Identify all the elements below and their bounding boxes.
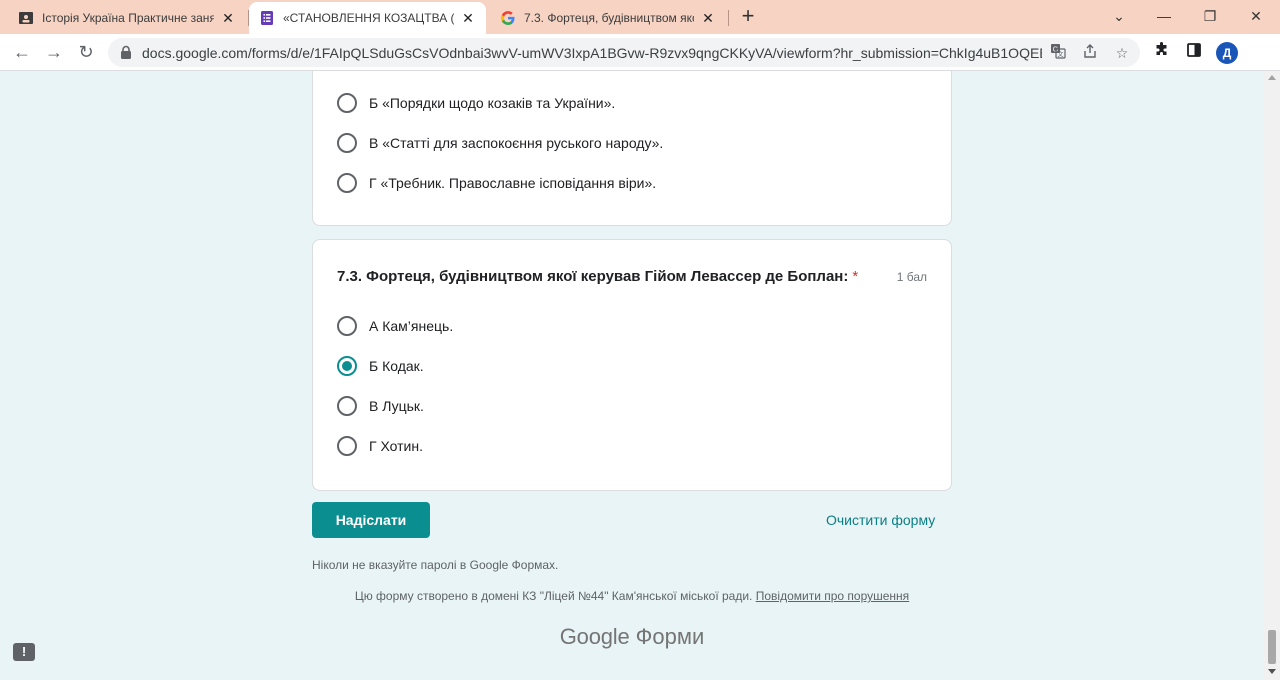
google-forms-logo: Google Форми (0, 624, 1264, 650)
tab-forms[interactable]: «СТАНОВЛЕННЯ КОЗАЦТВА (XV ✕ (249, 2, 486, 34)
domain-note: Цю форму створено в домені КЗ "Ліцей №44… (0, 589, 1264, 603)
clear-form-button[interactable]: Очистити форму (826, 512, 935, 528)
brand-forms: Форми (635, 624, 705, 649)
question-card: 7.3. Фортеця, будівництвом якої керував … (312, 239, 952, 491)
tab-title: 7.3. Фортеця, будівництвом якої (524, 11, 694, 25)
forward-icon[interactable]: → (42, 40, 66, 64)
close-tab-icon[interactable]: ✕ (700, 10, 716, 26)
option-b[interactable]: Б Кодак. (337, 354, 424, 378)
option-prev-v[interactable]: В «Статті для заспокоєння руського народ… (337, 131, 663, 155)
side-panel-icon[interactable] (1184, 42, 1204, 62)
prev-question-card: Б «Порядки щодо козаків та України». В «… (312, 71, 952, 226)
password-warning: Ніколи не вказуйте паролі в Google Форма… (312, 558, 559, 572)
option-label: В «Статті для заспокоєння руського народ… (369, 135, 664, 151)
address-bar[interactable]: docs.google.com/forms/d/e/1FAIpQLSduGsCs… (108, 38, 1140, 67)
brand-google: Google (559, 624, 630, 649)
bookmark-star-icon[interactable]: ☆ (1112, 43, 1132, 63)
option-label: Б «Порядки щодо козаків та України». (369, 95, 616, 111)
google-icon (500, 10, 516, 26)
forms-icon (259, 10, 275, 26)
close-tab-icon[interactable]: ✕ (460, 10, 476, 26)
tab-title: «СТАНОВЛЕННЯ КОЗАЦТВА (XV (283, 11, 454, 25)
option-prev-b[interactable]: Б «Порядки щодо козаків та України». (337, 91, 615, 115)
tab-separator (728, 10, 729, 26)
radio-button[interactable] (337, 436, 357, 456)
svg-text:文: 文 (1057, 51, 1063, 59)
radio-button[interactable] (337, 93, 357, 113)
lock-icon (120, 45, 134, 60)
question-points: 1 бал (896, 270, 927, 284)
option-h[interactable]: Г Хотин. (337, 434, 423, 458)
option-label: Б Кодак. (369, 358, 424, 374)
radio-button[interactable] (337, 316, 357, 336)
question-text: 7.3. Фортеця, будівництвом якої керував … (337, 268, 849, 285)
close-window-icon[interactable]: ✕ (1244, 4, 1268, 28)
tab-search-icon[interactable]: ⌄ (1107, 4, 1131, 28)
option-label: Г Хотин. (369, 438, 423, 454)
radio-button[interactable] (337, 396, 357, 416)
profile-avatar[interactable]: Д (1216, 42, 1238, 64)
share-icon[interactable] (1080, 43, 1100, 63)
classroom-icon (18, 10, 34, 26)
option-a[interactable]: А Кам’янець. (337, 314, 453, 338)
question-title: 7.3. Фортеця, будівництвом якої керував … (337, 268, 858, 285)
scroll-thumb[interactable] (1268, 630, 1276, 664)
feedback-icon[interactable]: ! (13, 643, 35, 661)
reload-icon[interactable]: ↻ (74, 40, 98, 64)
option-prev-h[interactable]: Г «Требник. Православне ісповідання віри… (337, 171, 656, 195)
report-abuse-link[interactable]: Повідомити про порушення (756, 589, 909, 603)
extensions-icon[interactable] (1152, 42, 1172, 62)
required-mark: * (852, 268, 859, 285)
tab-strip: Історія Україна Практичне заня ✕ «СТАНОВ… (0, 0, 1280, 34)
scroll-up-arrow-icon[interactable] (1268, 75, 1276, 80)
restore-icon[interactable]: ❐ (1198, 4, 1222, 28)
option-v[interactable]: В Луцьк. (337, 394, 424, 418)
scroll-down-arrow-icon[interactable] (1268, 669, 1276, 674)
browser-toolbar: ← → ↻ docs.google.com/forms/d/e/1FAIpQLS… (0, 34, 1280, 71)
tab-title: Історія Україна Практичне заня (42, 11, 214, 25)
form-page: Б «Порядки щодо козаків та України». В «… (0, 71, 1264, 680)
translate-icon[interactable]: G文 (1048, 43, 1068, 63)
option-label: Г «Требник. Православне ісповідання віри… (369, 175, 657, 191)
domain-text: Цю форму створено в домені КЗ "Ліцей №44… (354, 589, 753, 603)
page-scrollbar[interactable] (1264, 71, 1280, 680)
back-icon[interactable]: ← (10, 40, 34, 64)
minimize-icon[interactable]: — (1152, 4, 1176, 28)
tab-google[interactable]: 7.3. Фортеця, будівництвом якої ✕ (490, 2, 726, 34)
radio-button-selected[interactable] (337, 356, 357, 376)
new-tab-button[interactable]: + (737, 5, 759, 28)
close-tab-icon[interactable]: ✕ (220, 10, 236, 26)
radio-button[interactable] (337, 133, 357, 153)
url-text: docs.google.com/forms/d/e/1FAIpQLSduGsCs… (142, 45, 1042, 61)
radio-button[interactable] (337, 173, 357, 193)
option-label: В Луцьк. (369, 398, 424, 414)
submit-button[interactable]: Надіслати (312, 502, 430, 538)
tab-classroom[interactable]: Історія Україна Практичне заня ✕ (8, 2, 246, 34)
option-label: А Кам’янець. (369, 318, 454, 334)
